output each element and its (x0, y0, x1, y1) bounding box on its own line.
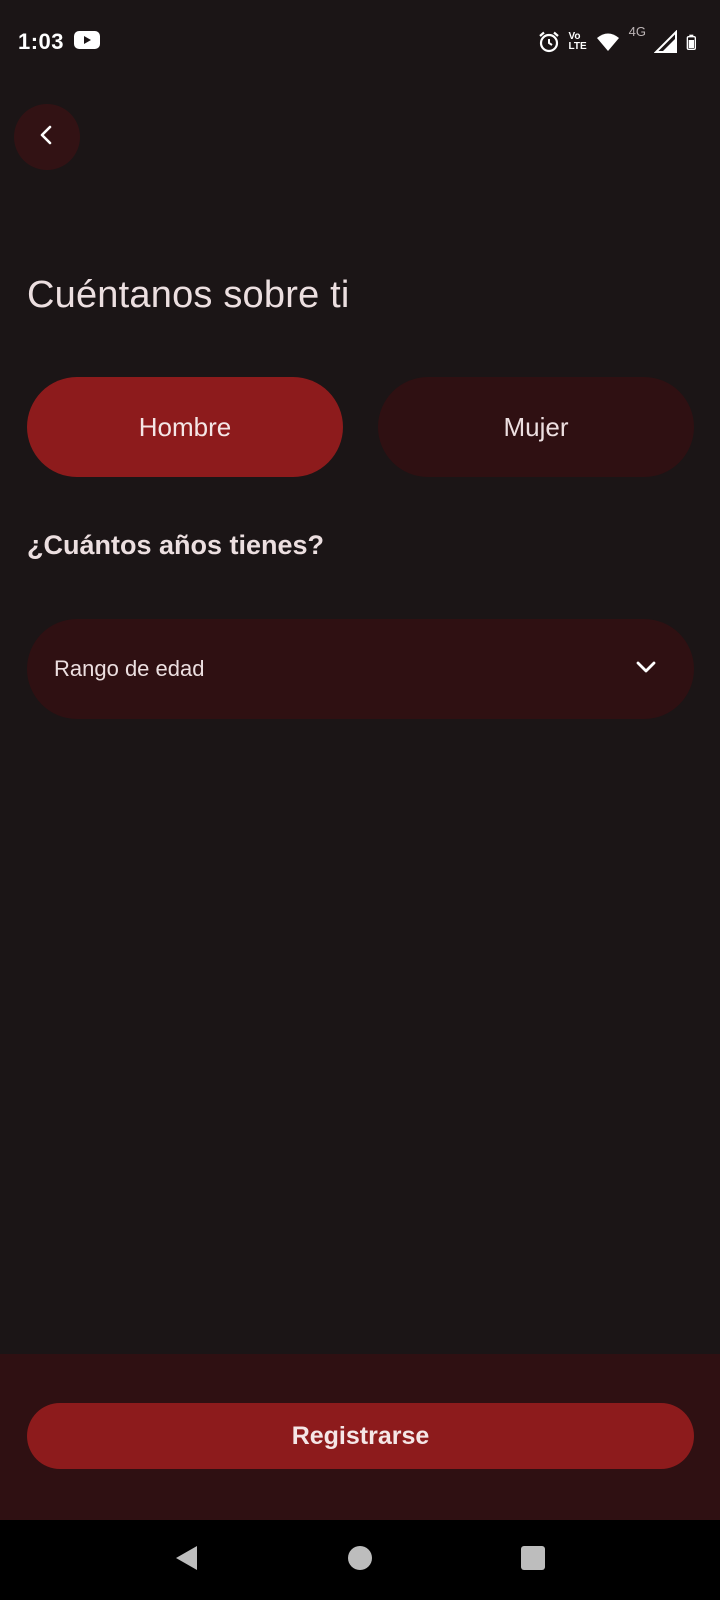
4g-icon: 4G (628, 24, 646, 39)
volte-icon: Vo LTE (569, 32, 587, 52)
register-button[interactable]: Registrarse (27, 1403, 694, 1469)
status-right: Vo LTE 4G (537, 24, 703, 54)
alarm-icon (537, 30, 561, 54)
nav-back-button[interactable] (167, 1540, 207, 1580)
system-nav-bar (0, 1520, 720, 1600)
age-range-dropdown[interactable]: Rango de edad (27, 619, 694, 719)
nav-home-button[interactable] (340, 1540, 380, 1580)
wifi-icon (595, 30, 621, 54)
back-triangle-icon (173, 1544, 201, 1577)
home-circle-icon (347, 1545, 373, 1576)
status-left: 1:03 (18, 29, 101, 55)
age-question-label: ¿Cuántos años tienes? (27, 530, 325, 560)
nav-recents-button[interactable] (513, 1540, 553, 1580)
gender-selector: Hombre Mujer (27, 377, 694, 477)
battery-icon (686, 30, 702, 54)
youtube-icon (74, 30, 101, 55)
volte-bottom: LTE (568, 41, 587, 52)
back-button[interactable] (14, 104, 80, 170)
recents-square-icon (520, 1545, 546, 1576)
gender-option-hombre[interactable]: Hombre (27, 377, 343, 477)
age-range-placeholder: Rango de edad (54, 656, 205, 681)
chevron-left-icon (35, 123, 59, 152)
status-time: 1:03 (18, 29, 65, 54)
gender-option-mujer[interactable]: Mujer (378, 377, 694, 477)
chevron-down-icon (634, 655, 658, 684)
screen: 1:03 Vo LTE 4G Cuéntanos sobre ti Hombre… (0, 0, 720, 1600)
page-title: Cuéntanos sobre ti (27, 274, 350, 316)
status-bar: 1:03 Vo LTE 4G (0, 0, 720, 84)
signal-icon (654, 30, 678, 54)
